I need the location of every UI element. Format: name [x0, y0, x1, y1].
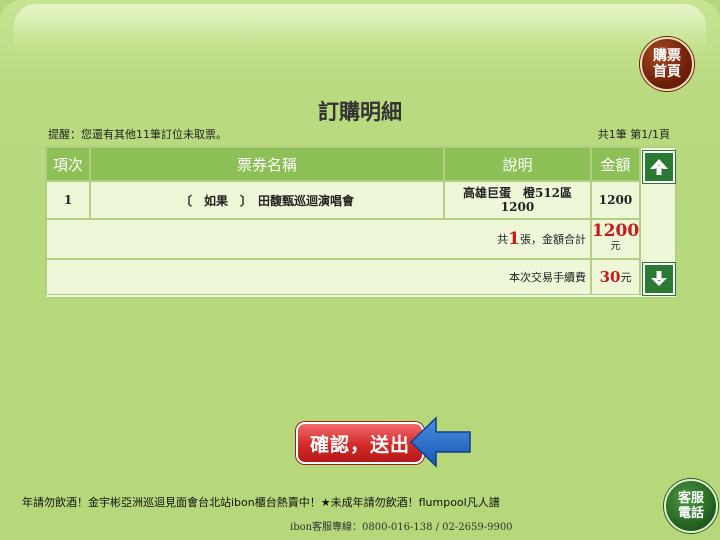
row-description-line1: 高雄巨蛋 橙512區 [462, 186, 573, 200]
header-index: 項次 [46, 147, 90, 181]
confirm-submit-button[interactable]: 確認，送出 [296, 422, 424, 464]
hotline-text: ibon客服專線：0800-016-138 / 02-2659-9900 [290, 522, 513, 533]
up-arrow-icon [650, 159, 668, 175]
fee-amount-cell: 30 元 [591, 259, 640, 295]
cs-button-line1: 客服 [677, 491, 704, 506]
customer-service-button[interactable]: 客服 電話 [664, 479, 718, 533]
scroll-up-button[interactable] [643, 151, 675, 183]
total-suffix: 張，金額合計 [520, 233, 586, 246]
total-amount-cell: 1200 元 [591, 219, 640, 259]
header-amount: 金額 [591, 147, 640, 181]
total-prefix: 共 [497, 233, 509, 246]
news-marquee: 年請勿飲酒！金宇彬亞洲巡迴見面會台北站ibon櫃台熱賣中！★未成年請勿飲酒！fl… [22, 496, 500, 509]
page-info: 共1筆 第1/1頁 [597, 128, 670, 141]
row-ticket-name: 〔 如果 〕 田馥甄巡迴演唱會 [90, 181, 444, 219]
order-table: 項次 票券名稱 說明 金額 1 〔 如果 〕 田馥甄巡迴演唱會 高雄巨蛋 橙51… [45, 146, 677, 298]
total-label: 共 1 張，金額合計 [46, 219, 591, 259]
scroll-down-button[interactable] [643, 263, 675, 295]
row-index: 1 [46, 181, 90, 219]
fee-label: 本次交易手續費 [509, 271, 586, 284]
header-ticket-name: 票券名稱 [90, 147, 444, 181]
down-arrow-icon [651, 271, 667, 286]
row-amount: 1200 [591, 181, 640, 219]
fee-amount: 30 [599, 268, 621, 286]
reminder-text: 提醒：您還有其他11筆訂位未取票。 [48, 128, 227, 141]
pointer-arrow-icon [409, 416, 471, 468]
total-amount: 1200 [591, 221, 640, 241]
home-button-line2: 首頁 [653, 64, 681, 80]
home-button-line1: 購票 [653, 48, 681, 64]
top-banner [14, 4, 706, 66]
ticket-home-button[interactable]: 購票 首頁 [640, 37, 694, 91]
cs-button-line2: 電話 [677, 506, 704, 521]
row-description-line2: 1200 [500, 200, 535, 214]
total-unit: 元 [610, 241, 621, 252]
fee-label-cell: 本次交易手續費 [46, 259, 591, 295]
fee-unit: 元 [620, 271, 632, 284]
row-description: 高雄巨蛋 橙512區 1200 [444, 181, 591, 219]
page-title: 訂購明細 [318, 99, 402, 124]
ticket-count: 1 [508, 229, 520, 249]
header-description: 說明 [444, 147, 591, 181]
